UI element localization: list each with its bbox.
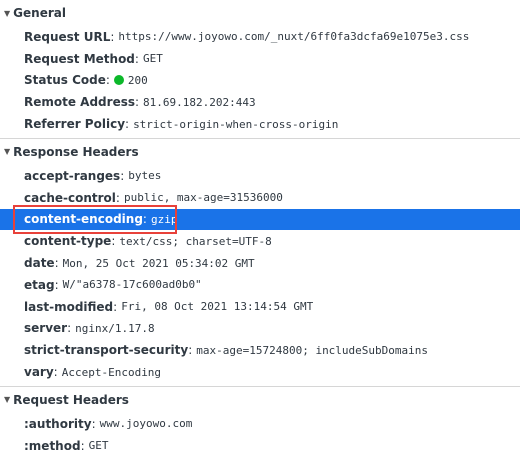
header-row-strict-transport-security[interactable]: strict-transport-security: max-age=15724…: [0, 339, 520, 361]
header-row-request-method[interactable]: Request Method: GET: [0, 48, 520, 70]
header-value: Accept-Encoding: [61, 365, 162, 379]
header-row-authority[interactable]: :authority: www.joyowo.com: [0, 413, 520, 435]
header-row-etag[interactable]: etag: W/"a6378-17c600ad0b0": [0, 274, 520, 296]
header-name: strict-transport-security: [24, 343, 189, 358]
header-row-status-code[interactable]: Status Code: 200: [0, 70, 520, 92]
header-value: 200: [127, 73, 148, 87]
header-name: accept-ranges: [24, 168, 121, 183]
triangle-down-icon: ▼: [4, 395, 11, 405]
header-value: strict-origin-when-cross-origin: [133, 117, 339, 131]
header-row-content-type[interactable]: content-type: text/css; charset=UTF-8: [0, 230, 520, 252]
header-row-referrer-policy[interactable]: Referrer Policy: strict-origin-when-cros…: [0, 113, 520, 135]
response-headers-section-header[interactable]: ▼ Response Headers: [0, 139, 520, 165]
header-name: content-type: [24, 234, 112, 249]
header-value: https://www.joyowo.com/_nuxt/6ff0fa3dcfa…: [118, 30, 470, 44]
header-name: etag: [24, 277, 55, 292]
triangle-down-icon: ▼: [4, 147, 11, 157]
header-row-request-url[interactable]: Request URL: https://www.joyowo.com/_nux…: [0, 26, 520, 48]
header-value: GET: [142, 52, 163, 66]
general-section-title: General: [13, 6, 66, 20]
header-name: date: [24, 256, 55, 271]
header-value: GET: [88, 439, 109, 453]
header-value: public, max-age=31536000: [123, 191, 283, 205]
header-row-content-encoding[interactable]: content-encoding: gzip: [0, 208, 520, 231]
response-headers-section: ▼ Response Headers accept-ranges: bytes …: [0, 139, 520, 387]
header-name: Remote Address: [24, 95, 135, 110]
request-headers-section-title: Request Headers: [13, 392, 129, 407]
header-name: :authority: [24, 416, 92, 431]
header-value: www.joyowo.com: [99, 417, 193, 431]
header-row-remote-address[interactable]: Remote Address: 81.69.182.202:443: [0, 91, 520, 113]
general-section-header[interactable]: ▼ General: [0, 0, 520, 26]
header-row-date[interactable]: date: Mon, 25 Oct 2021 05:34:02 GMT: [0, 252, 520, 274]
general-section: ▼ General Request URL: https://www.joyow…: [0, 0, 520, 139]
header-name: :method: [24, 438, 81, 453]
header-value: Fri, 08 Oct 2021 13:14:54 GMT: [121, 300, 314, 314]
header-name: Status Code: [24, 73, 106, 88]
header-value: Mon, 25 Oct 2021 05:34:02 GMT: [62, 256, 255, 270]
header-value: 81.69.182.202:443: [143, 95, 256, 109]
header-value: gzip: [150, 212, 178, 226]
header-row-method[interactable]: :method: GET: [0, 435, 520, 457]
header-name: server: [24, 321, 68, 336]
header-row-vary[interactable]: vary: Accept-Encoding: [0, 361, 520, 383]
header-row-accept-ranges[interactable]: accept-ranges: bytes: [0, 165, 520, 187]
header-value: max-age=15724800; includeSubDomains: [196, 343, 429, 357]
header-value: W/"a6378-17c600ad0b0": [62, 278, 202, 292]
header-name: last-modified: [24, 299, 114, 314]
header-name: cache-control: [24, 190, 116, 205]
request-headers-section-header[interactable]: ▼ Request Headers: [0, 387, 520, 413]
header-name: Request Method: [24, 51, 135, 66]
header-name: content-encoding: [24, 212, 143, 227]
header-row-cache-control[interactable]: cache-control: public, max-age=31536000: [0, 187, 520, 209]
triangle-down-icon: ▼: [4, 8, 11, 18]
request-headers-section: ▼ Request Headers :authority: www.joyowo…: [0, 387, 520, 457]
header-value: bytes: [128, 169, 162, 183]
header-value: text/css; charset=UTF-8: [119, 234, 272, 248]
header-name: Referrer Policy: [24, 117, 126, 132]
header-row-server[interactable]: server: nginx/1.17.8: [0, 318, 520, 340]
header-row-last-modified[interactable]: last-modified: Fri, 08 Oct 2021 13:14:54…: [0, 296, 520, 318]
header-name: vary: [24, 365, 54, 380]
response-headers-section-title: Response Headers: [13, 144, 139, 159]
status-dot-icon: [113, 75, 124, 86]
header-value: nginx/1.17.8: [75, 321, 155, 335]
header-name: Request URL: [24, 29, 111, 44]
